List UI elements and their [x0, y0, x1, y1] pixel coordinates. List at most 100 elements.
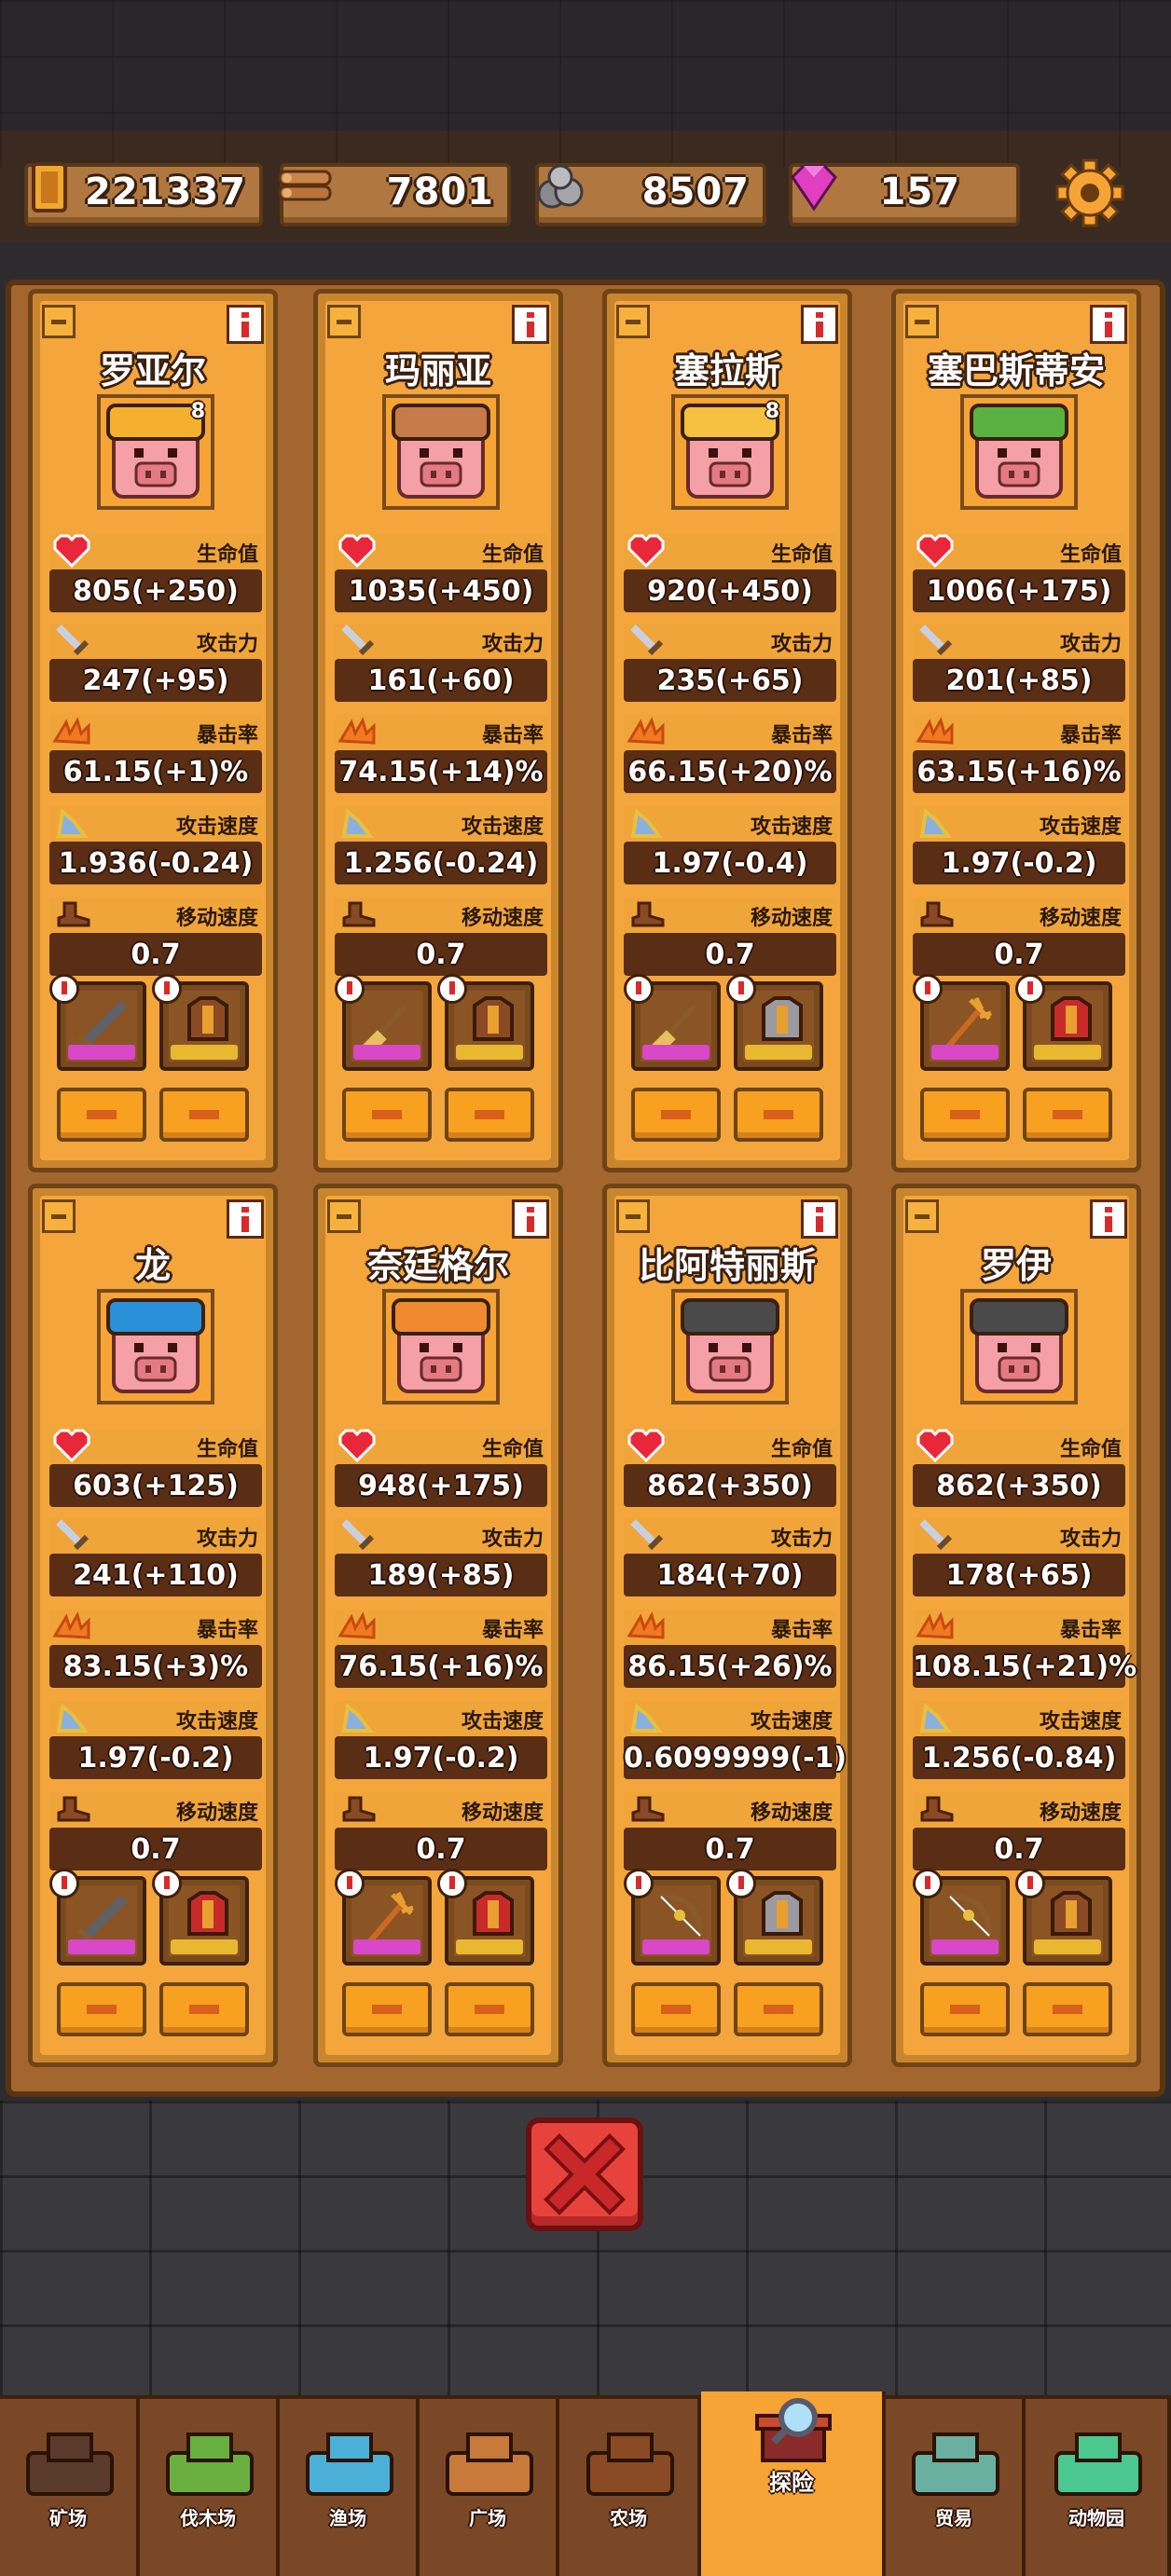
- armor-info-icon[interactable]: [152, 1869, 182, 1898]
- armor-info-icon[interactable]: [1015, 1869, 1045, 1898]
- info-button[interactable]: [512, 305, 549, 344]
- weapon-info-icon[interactable]: [49, 974, 79, 1004]
- remove-hero-button[interactable]: [905, 305, 939, 338]
- stat-crit: 暴击率 108.15(+21)%: [913, 1610, 1137, 1692]
- armor-info-icon[interactable]: [726, 1869, 756, 1898]
- armor-slot[interactable]: [152, 974, 249, 1071]
- nav-item[interactable]: 渔场: [280, 2399, 420, 2576]
- info-button[interactable]: [512, 1199, 549, 1239]
- remove-hero-button[interactable]: [42, 305, 76, 338]
- remove-hero-button[interactable]: [327, 305, 361, 338]
- sword-icon: [341, 1519, 375, 1551]
- unequip-armor-button[interactable]: [445, 1088, 534, 1142]
- pig-portrait-icon: [970, 404, 1068, 499]
- stat-value: 1.97(-0.2): [77, 1742, 234, 1774]
- hero-card[interactable]: 罗伊 生命值 862(+350) 攻击力 178(+65) 暴击率 108.15(+21)%…: [891, 1184, 1141, 2067]
- unequip-weapon-button[interactable]: [342, 1088, 432, 1142]
- remove-hero-button[interactable]: [616, 1199, 650, 1233]
- stat-icon: [51, 532, 92, 569]
- weapon-info-icon[interactable]: [49, 1869, 79, 1898]
- hero-card[interactable]: 比阿特丽斯 生命值 862(+350) 攻击力 184(+70) 暴击率 86.15(+26…: [602, 1184, 852, 2067]
- unequip-weapon-button[interactable]: [631, 1088, 721, 1142]
- stat-value-box: 247(+95): [49, 659, 262, 702]
- nav-item[interactable]: 贸易: [886, 2399, 1026, 2576]
- weapon-slot[interactable]: [335, 1869, 432, 1966]
- armor-slot[interactable]: [726, 1869, 823, 1966]
- weapon-slot[interactable]: [49, 974, 146, 1071]
- armor-info-icon[interactable]: [726, 974, 756, 1004]
- weapon-info-icon[interactable]: [913, 974, 943, 1004]
- weapon-slot[interactable]: [624, 974, 721, 1071]
- hero-portrait: [671, 1289, 789, 1404]
- remove-hero-button[interactable]: [42, 1199, 76, 1233]
- stat-value: 241(+110): [73, 1559, 239, 1592]
- unequip-armor-button[interactable]: [159, 1982, 249, 2036]
- unequip-weapon-button[interactable]: [920, 1982, 1010, 2036]
- stat-icon: [51, 713, 92, 750]
- close-button[interactable]: [526, 2117, 643, 2231]
- hero-card[interactable]: 塞巴斯蒂安 生命值 1006(+175) 攻击力 201(+85) 暴击率 63.15(+1…: [891, 289, 1141, 1172]
- unequip-weapon-button[interactable]: [57, 1088, 146, 1142]
- remove-hero-button[interactable]: [905, 1199, 939, 1233]
- stat-value-box: 1.97(-0.2): [913, 842, 1125, 884]
- armor-info-icon[interactable]: [437, 974, 467, 1004]
- armor-slot[interactable]: [437, 974, 534, 1071]
- weapon-info-icon[interactable]: [335, 1869, 365, 1898]
- weapon-slot[interactable]: [335, 974, 432, 1071]
- unequip-armor-button[interactable]: [445, 1982, 534, 2036]
- sword-icon: [56, 624, 90, 656]
- hero-card[interactable]: 奈廷格尔 生命值 948(+175) 攻击力 189(+85) 暴击率 76.15(+16)…: [313, 1184, 563, 2067]
- hero-card[interactable]: 龙生命值 603(+125) 攻击力 241(+110) 暴击率 83.15(+3)% 攻击…: [28, 1184, 278, 2067]
- info-button[interactable]: [801, 305, 838, 344]
- settings-gear-icon[interactable]: [1055, 158, 1124, 227]
- info-button[interactable]: [227, 305, 264, 344]
- hero-card[interactable]: 罗亚尔 8 生命值 805(+250) 攻击力 247(+95) 暴击率 61.15(+1)%…: [28, 289, 278, 1172]
- weapon-icon: [76, 1895, 128, 1945]
- remove-hero-button[interactable]: [327, 1199, 361, 1233]
- weapon-info-icon[interactable]: [913, 1869, 943, 1898]
- weapon-slot[interactable]: [624, 1869, 721, 1966]
- unequip-weapon-button[interactable]: [342, 1982, 432, 2036]
- unequip-weapon-button[interactable]: [57, 1982, 146, 2036]
- armor-info-icon[interactable]: [1015, 974, 1045, 1004]
- unequip-armor-button[interactable]: [734, 1088, 823, 1142]
- armor-slot[interactable]: [152, 1869, 249, 1966]
- info-button[interactable]: [227, 1199, 264, 1239]
- weapon-slot[interactable]: [913, 974, 1010, 1071]
- nav-item[interactable]: 农场: [559, 2399, 701, 2576]
- nav-item[interactable]: 广场: [420, 2399, 559, 2576]
- unequip-armor-button[interactable]: [159, 1088, 249, 1142]
- unequip-armor-button[interactable]: [1023, 1982, 1112, 2036]
- stat-value-box: 161(+60): [335, 659, 547, 702]
- weapon-info-icon[interactable]: [624, 974, 654, 1004]
- stat-value: 862(+350): [647, 1470, 813, 1502]
- nav-item[interactable]: 矿场: [0, 2399, 140, 2576]
- stone-icon: [537, 164, 584, 209]
- armor-info-icon[interactable]: [152, 974, 182, 1004]
- unequip-armor-button[interactable]: [1023, 1088, 1112, 1142]
- info-button[interactable]: [1090, 305, 1127, 344]
- weapon-info-icon[interactable]: [624, 1869, 654, 1898]
- armor-slot[interactable]: [437, 1869, 534, 1966]
- armor-slot[interactable]: [1015, 974, 1112, 1071]
- armor-info-icon[interactable]: [437, 1869, 467, 1898]
- info-button[interactable]: [1090, 1199, 1127, 1239]
- unequip-weapon-button[interactable]: [631, 1982, 721, 2036]
- heart-icon: [338, 534, 376, 569]
- weapon-slot[interactable]: [49, 1869, 146, 1966]
- pig-portrait-icon: [392, 1298, 490, 1393]
- nav-item[interactable]: 动物园: [1026, 2399, 1171, 2576]
- unequip-armor-button[interactable]: [734, 1982, 823, 2036]
- remove-hero-button[interactable]: [616, 305, 650, 338]
- unequip-weapon-button[interactable]: [920, 1088, 1010, 1142]
- stat-value: 74.15(+14)%: [338, 756, 544, 788]
- nav-item[interactable]: 伐木场: [140, 2399, 280, 2576]
- weapon-slot[interactable]: [913, 1869, 1010, 1966]
- weapon-info-icon[interactable]: [335, 974, 365, 1004]
- armor-slot[interactable]: [726, 974, 823, 1071]
- hero-card[interactable]: 玛丽亚 生命值 1035(+450) 攻击力 161(+60) 暴击率 74.15(+14)…: [313, 289, 563, 1172]
- hero-card[interactable]: 塞拉斯 8 生命值 920(+450) 攻击力 235(+65) 暴击率 66.15(+20)…: [602, 289, 852, 1172]
- info-button[interactable]: [801, 1199, 838, 1239]
- nav-item[interactable]: 探险: [701, 2391, 886, 2576]
- armor-slot[interactable]: [1015, 1869, 1112, 1966]
